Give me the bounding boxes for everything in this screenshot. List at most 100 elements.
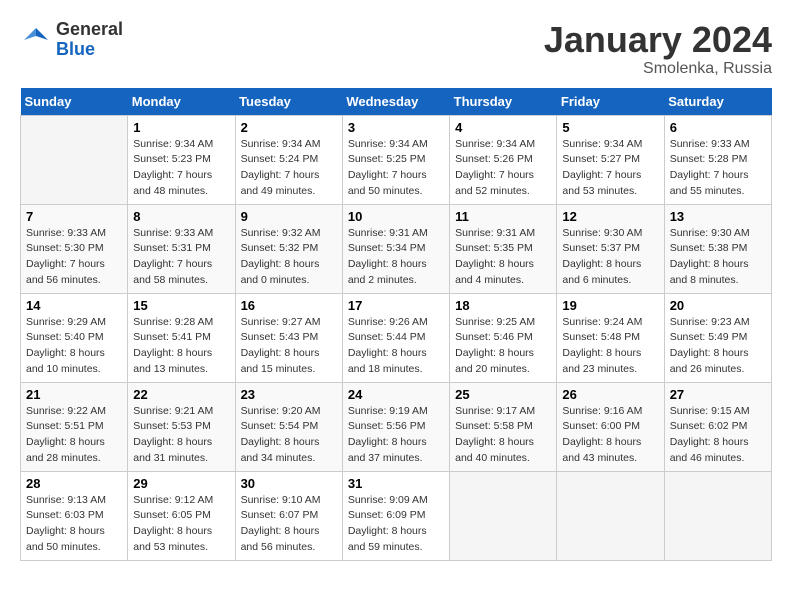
day-number: 22	[133, 387, 229, 402]
calendar-cell: 13 Sunrise: 9:30 AM Sunset: 5:38 PM Dayli…	[664, 204, 771, 293]
day-info: Sunrise: 9:25 AM Sunset: 5:46 PM Dayligh…	[455, 315, 551, 378]
page-header: General Blue January 2024 Smolenka, Russ…	[20, 20, 772, 78]
day-number: 14	[26, 298, 122, 313]
calendar-cell: 29 Sunrise: 9:12 AM Sunset: 6:05 PM Dayli…	[128, 471, 235, 560]
day-number: 21	[26, 387, 122, 402]
calendar-cell: 26 Sunrise: 9:16 AM Sunset: 6:00 PM Dayli…	[557, 382, 664, 471]
day-info: Sunrise: 9:29 AM Sunset: 5:40 PM Dayligh…	[26, 315, 122, 378]
calendar-week-row: 21Sunrise: 9:22 AM Sunset: 5:51 PM Dayli…	[21, 382, 772, 471]
calendar-cell: 30 Sunrise: 9:10 AM Sunset: 6:07 PM Dayli…	[235, 471, 342, 560]
day-info: Sunrise: 9:21 AM Sunset: 5:53 PM Dayligh…	[133, 404, 229, 467]
day-number: 15	[133, 298, 229, 313]
calendar-cell: 31Sunrise: 9:09 AM Sunset: 6:09 PM Dayli…	[342, 471, 449, 560]
day-number: 20	[670, 298, 766, 313]
day-info: Sunrise: 9:34 AM Sunset: 5:24 PM Dayligh…	[241, 137, 337, 200]
calendar-table: SundayMondayTuesdayWednesdayThursdayFrid…	[20, 88, 772, 561]
day-number: 23	[241, 387, 337, 402]
day-number: 10	[348, 209, 444, 224]
day-number: 19	[562, 298, 658, 313]
calendar-cell: 14 Sunrise: 9:29 AM Sunset: 5:40 PM Dayli…	[21, 293, 128, 382]
day-number: 2	[241, 120, 337, 135]
column-header-sunday: Sunday	[21, 88, 128, 116]
calendar-week-row: 14 Sunrise: 9:29 AM Sunset: 5:40 PM Dayli…	[21, 293, 772, 382]
day-info: Sunrise: 9:12 AM Sunset: 6:05 PM Dayligh…	[133, 493, 229, 556]
day-info: Sunrise: 9:10 AM Sunset: 6:07 PM Dayligh…	[241, 493, 337, 556]
day-number: 11	[455, 209, 551, 224]
day-info: Sunrise: 9:20 AM Sunset: 5:54 PM Dayligh…	[241, 404, 337, 467]
calendar-cell: 1 Sunrise: 9:34 AM Sunset: 5:23 PM Daylig…	[128, 115, 235, 204]
month-title: January 2024	[544, 20, 772, 60]
day-number: 12	[562, 209, 658, 224]
calendar-cell: 5 Sunrise: 9:34 AM Sunset: 5:27 PM Daylig…	[557, 115, 664, 204]
day-info: Sunrise: 9:15 AM Sunset: 6:02 PM Dayligh…	[670, 404, 766, 467]
calendar-cell: 27Sunrise: 9:15 AM Sunset: 6:02 PM Dayli…	[664, 382, 771, 471]
location: Smolenka, Russia	[544, 60, 772, 78]
day-info: Sunrise: 9:13 AM Sunset: 6:03 PM Dayligh…	[26, 493, 122, 556]
calendar-cell	[557, 471, 664, 560]
calendar-cell: 19 Sunrise: 9:24 AM Sunset: 5:48 PM Dayli…	[557, 293, 664, 382]
day-info: Sunrise: 9:34 AM Sunset: 5:23 PM Dayligh…	[133, 137, 229, 200]
calendar-cell: 4Sunrise: 9:34 AM Sunset: 5:26 PM Daylig…	[450, 115, 557, 204]
column-header-wednesday: Wednesday	[342, 88, 449, 116]
day-number: 24	[348, 387, 444, 402]
calendar-cell: 3 Sunrise: 9:34 AM Sunset: 5:25 PM Daylig…	[342, 115, 449, 204]
calendar-cell: 12 Sunrise: 9:30 AM Sunset: 5:37 PM Dayli…	[557, 204, 664, 293]
calendar-cell: 23 Sunrise: 9:20 AM Sunset: 5:54 PM Dayli…	[235, 382, 342, 471]
calendar-cell	[450, 471, 557, 560]
day-info: Sunrise: 9:19 AM Sunset: 5:56 PM Dayligh…	[348, 404, 444, 467]
calendar-cell	[21, 115, 128, 204]
day-info: Sunrise: 9:26 AM Sunset: 5:44 PM Dayligh…	[348, 315, 444, 378]
calendar-cell: 15 Sunrise: 9:28 AM Sunset: 5:41 PM Dayli…	[128, 293, 235, 382]
day-info: Sunrise: 9:16 AM Sunset: 6:00 PM Dayligh…	[562, 404, 658, 467]
column-header-tuesday: Tuesday	[235, 88, 342, 116]
day-info: Sunrise: 9:32 AM Sunset: 5:32 PM Dayligh…	[241, 226, 337, 289]
calendar-header-row: SundayMondayTuesdayWednesdayThursdayFrid…	[21, 88, 772, 116]
calendar-cell: 20Sunrise: 9:23 AM Sunset: 5:49 PM Dayli…	[664, 293, 771, 382]
day-info: Sunrise: 9:09 AM Sunset: 6:09 PM Dayligh…	[348, 493, 444, 556]
logo: General Blue	[20, 20, 123, 60]
day-info: Sunrise: 9:33 AM Sunset: 5:28 PM Dayligh…	[670, 137, 766, 200]
calendar-cell: 21Sunrise: 9:22 AM Sunset: 5:51 PM Dayli…	[21, 382, 128, 471]
calendar-cell: 16Sunrise: 9:27 AM Sunset: 5:43 PM Dayli…	[235, 293, 342, 382]
day-info: Sunrise: 9:34 AM Sunset: 5:25 PM Dayligh…	[348, 137, 444, 200]
day-number: 6	[670, 120, 766, 135]
day-number: 8	[133, 209, 229, 224]
day-info: Sunrise: 9:31 AM Sunset: 5:35 PM Dayligh…	[455, 226, 551, 289]
day-number: 3	[348, 120, 444, 135]
day-number: 17	[348, 298, 444, 313]
day-number: 26	[562, 387, 658, 402]
day-number: 13	[670, 209, 766, 224]
day-info: Sunrise: 9:34 AM Sunset: 5:27 PM Dayligh…	[562, 137, 658, 200]
calendar-cell: 8 Sunrise: 9:33 AM Sunset: 5:31 PM Daylig…	[128, 204, 235, 293]
column-header-monday: Monday	[128, 88, 235, 116]
calendar-cell: 25Sunrise: 9:17 AM Sunset: 5:58 PM Dayli…	[450, 382, 557, 471]
day-info: Sunrise: 9:24 AM Sunset: 5:48 PM Dayligh…	[562, 315, 658, 378]
calendar-cell: 7Sunrise: 9:33 AM Sunset: 5:30 PM Daylig…	[21, 204, 128, 293]
day-info: Sunrise: 9:30 AM Sunset: 5:38 PM Dayligh…	[670, 226, 766, 289]
day-number: 9	[241, 209, 337, 224]
day-info: Sunrise: 9:27 AM Sunset: 5:43 PM Dayligh…	[241, 315, 337, 378]
calendar-cell: 22 Sunrise: 9:21 AM Sunset: 5:53 PM Dayli…	[128, 382, 235, 471]
day-info: Sunrise: 9:30 AM Sunset: 5:37 PM Dayligh…	[562, 226, 658, 289]
day-info: Sunrise: 9:17 AM Sunset: 5:58 PM Dayligh…	[455, 404, 551, 467]
day-info: Sunrise: 9:31 AM Sunset: 5:34 PM Dayligh…	[348, 226, 444, 289]
day-number: 29	[133, 476, 229, 491]
day-number: 30	[241, 476, 337, 491]
day-info: Sunrise: 9:33 AM Sunset: 5:31 PM Dayligh…	[133, 226, 229, 289]
day-number: 1	[133, 120, 229, 135]
day-number: 28	[26, 476, 122, 491]
calendar-cell: 24 Sunrise: 9:19 AM Sunset: 5:56 PM Dayli…	[342, 382, 449, 471]
day-number: 7	[26, 209, 122, 224]
calendar-cell: 10 Sunrise: 9:31 AM Sunset: 5:34 PM Dayli…	[342, 204, 449, 293]
calendar-cell: 28 Sunrise: 9:13 AM Sunset: 6:03 PM Dayli…	[21, 471, 128, 560]
calendar-cell	[664, 471, 771, 560]
calendar-cell: 11 Sunrise: 9:31 AM Sunset: 5:35 PM Dayli…	[450, 204, 557, 293]
day-number: 5	[562, 120, 658, 135]
day-info: Sunrise: 9:28 AM Sunset: 5:41 PM Dayligh…	[133, 315, 229, 378]
logo-icon	[20, 24, 52, 56]
day-number: 18	[455, 298, 551, 313]
calendar-week-row: 28 Sunrise: 9:13 AM Sunset: 6:03 PM Dayli…	[21, 471, 772, 560]
calendar-cell: 2 Sunrise: 9:34 AM Sunset: 5:24 PM Daylig…	[235, 115, 342, 204]
day-info: Sunrise: 9:34 AM Sunset: 5:26 PM Dayligh…	[455, 137, 551, 200]
column-header-friday: Friday	[557, 88, 664, 116]
